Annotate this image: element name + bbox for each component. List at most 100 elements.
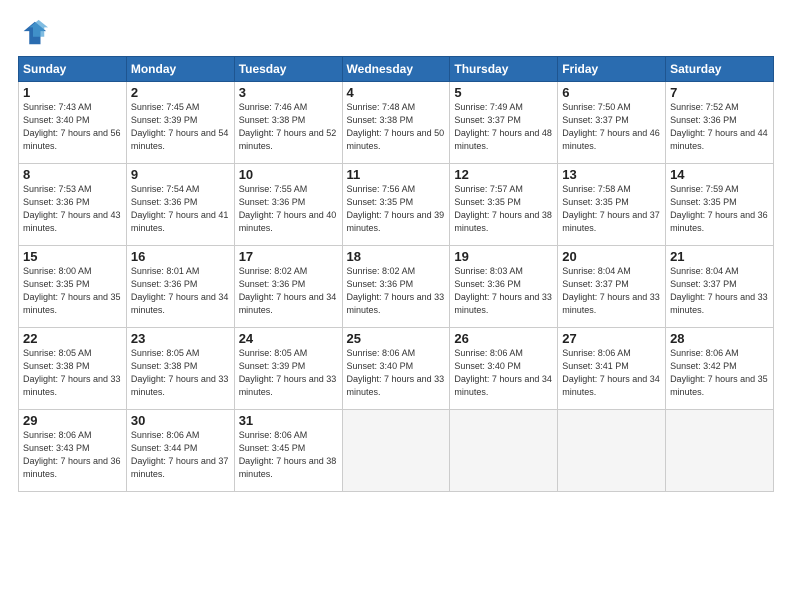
day-cell: 3 Sunrise: 7:46 AMSunset: 3:38 PMDayligh… [234,82,342,164]
day-number: 8 [23,167,122,182]
day-number: 6 [562,85,661,100]
day-number: 26 [454,331,553,346]
day-info: Sunrise: 7:53 AMSunset: 3:36 PMDaylight:… [23,184,121,233]
week-row-3: 15 Sunrise: 8:00 AMSunset: 3:35 PMDaylig… [19,246,774,328]
day-info: Sunrise: 8:06 AMSunset: 3:40 PMDaylight:… [454,348,552,397]
day-info: Sunrise: 8:01 AMSunset: 3:36 PMDaylight:… [131,266,229,315]
day-number: 20 [562,249,661,264]
day-number: 23 [131,331,230,346]
day-cell: 9 Sunrise: 7:54 AMSunset: 3:36 PMDayligh… [126,164,234,246]
day-cell: 5 Sunrise: 7:49 AMSunset: 3:37 PMDayligh… [450,82,558,164]
logo-icon [18,18,48,48]
day-cell: 30 Sunrise: 8:06 AMSunset: 3:44 PMDaylig… [126,410,234,492]
weekday-monday: Monday [126,57,234,82]
day-number: 9 [131,167,230,182]
day-cell: 21 Sunrise: 8:04 AMSunset: 3:37 PMDaylig… [666,246,774,328]
day-number: 12 [454,167,553,182]
day-number: 21 [670,249,769,264]
day-info: Sunrise: 8:04 AMSunset: 3:37 PMDaylight:… [562,266,660,315]
day-cell [342,410,450,492]
day-info: Sunrise: 8:00 AMSunset: 3:35 PMDaylight:… [23,266,121,315]
day-cell: 6 Sunrise: 7:50 AMSunset: 3:37 PMDayligh… [558,82,666,164]
day-number: 31 [239,413,338,428]
day-number: 28 [670,331,769,346]
day-cell: 16 Sunrise: 8:01 AMSunset: 3:36 PMDaylig… [126,246,234,328]
day-cell: 10 Sunrise: 7:55 AMSunset: 3:36 PMDaylig… [234,164,342,246]
day-cell: 22 Sunrise: 8:05 AMSunset: 3:38 PMDaylig… [19,328,127,410]
day-number: 17 [239,249,338,264]
day-cell: 4 Sunrise: 7:48 AMSunset: 3:38 PMDayligh… [342,82,450,164]
day-info: Sunrise: 8:02 AMSunset: 3:36 PMDaylight:… [239,266,337,315]
weekday-thursday: Thursday [450,57,558,82]
day-cell: 31 Sunrise: 8:06 AMSunset: 3:45 PMDaylig… [234,410,342,492]
day-info: Sunrise: 8:03 AMSunset: 3:36 PMDaylight:… [454,266,552,315]
day-info: Sunrise: 7:48 AMSunset: 3:38 PMDaylight:… [347,102,445,151]
day-cell: 29 Sunrise: 8:06 AMSunset: 3:43 PMDaylig… [19,410,127,492]
day-info: Sunrise: 7:50 AMSunset: 3:37 PMDaylight:… [562,102,660,151]
day-info: Sunrise: 8:06 AMSunset: 3:42 PMDaylight:… [670,348,768,397]
day-info: Sunrise: 7:49 AMSunset: 3:37 PMDaylight:… [454,102,552,151]
day-info: Sunrise: 7:45 AMSunset: 3:39 PMDaylight:… [131,102,229,151]
day-cell: 1 Sunrise: 7:43 AMSunset: 3:40 PMDayligh… [19,82,127,164]
page: SundayMondayTuesdayWednesdayThursdayFrid… [0,0,792,612]
day-cell: 17 Sunrise: 8:02 AMSunset: 3:36 PMDaylig… [234,246,342,328]
week-row-1: 1 Sunrise: 7:43 AMSunset: 3:40 PMDayligh… [19,82,774,164]
day-cell: 13 Sunrise: 7:58 AMSunset: 3:35 PMDaylig… [558,164,666,246]
day-info: Sunrise: 7:55 AMSunset: 3:36 PMDaylight:… [239,184,337,233]
day-info: Sunrise: 8:02 AMSunset: 3:36 PMDaylight:… [347,266,445,315]
day-cell [450,410,558,492]
day-info: Sunrise: 8:06 AMSunset: 3:45 PMDaylight:… [239,430,337,479]
day-info: Sunrise: 7:56 AMSunset: 3:35 PMDaylight:… [347,184,445,233]
day-info: Sunrise: 8:06 AMSunset: 3:40 PMDaylight:… [347,348,445,397]
day-cell: 12 Sunrise: 7:57 AMSunset: 3:35 PMDaylig… [450,164,558,246]
day-number: 22 [23,331,122,346]
day-cell: 20 Sunrise: 8:04 AMSunset: 3:37 PMDaylig… [558,246,666,328]
day-info: Sunrise: 7:43 AMSunset: 3:40 PMDaylight:… [23,102,121,151]
day-cell [558,410,666,492]
header [18,18,774,48]
day-cell: 14 Sunrise: 7:59 AMSunset: 3:35 PMDaylig… [666,164,774,246]
day-info: Sunrise: 8:05 AMSunset: 3:38 PMDaylight:… [23,348,121,397]
day-number: 15 [23,249,122,264]
day-info: Sunrise: 8:06 AMSunset: 3:44 PMDaylight:… [131,430,229,479]
day-cell: 23 Sunrise: 8:05 AMSunset: 3:38 PMDaylig… [126,328,234,410]
day-info: Sunrise: 7:54 AMSunset: 3:36 PMDaylight:… [131,184,229,233]
weekday-saturday: Saturday [666,57,774,82]
day-cell: 26 Sunrise: 8:06 AMSunset: 3:40 PMDaylig… [450,328,558,410]
logo [18,18,52,48]
day-number: 2 [131,85,230,100]
day-number: 3 [239,85,338,100]
weekday-tuesday: Tuesday [234,57,342,82]
day-number: 18 [347,249,446,264]
day-number: 25 [347,331,446,346]
day-cell [666,410,774,492]
day-info: Sunrise: 8:05 AMSunset: 3:39 PMDaylight:… [239,348,337,397]
day-cell: 18 Sunrise: 8:02 AMSunset: 3:36 PMDaylig… [342,246,450,328]
week-row-5: 29 Sunrise: 8:06 AMSunset: 3:43 PMDaylig… [19,410,774,492]
day-cell: 27 Sunrise: 8:06 AMSunset: 3:41 PMDaylig… [558,328,666,410]
day-cell: 7 Sunrise: 7:52 AMSunset: 3:36 PMDayligh… [666,82,774,164]
day-cell: 28 Sunrise: 8:06 AMSunset: 3:42 PMDaylig… [666,328,774,410]
day-cell: 2 Sunrise: 7:45 AMSunset: 3:39 PMDayligh… [126,82,234,164]
day-number: 19 [454,249,553,264]
day-cell: 24 Sunrise: 8:05 AMSunset: 3:39 PMDaylig… [234,328,342,410]
day-number: 27 [562,331,661,346]
day-cell: 8 Sunrise: 7:53 AMSunset: 3:36 PMDayligh… [19,164,127,246]
day-cell: 25 Sunrise: 8:06 AMSunset: 3:40 PMDaylig… [342,328,450,410]
day-number: 14 [670,167,769,182]
weekday-friday: Friday [558,57,666,82]
weekday-wednesday: Wednesday [342,57,450,82]
day-number: 5 [454,85,553,100]
calendar-body: 1 Sunrise: 7:43 AMSunset: 3:40 PMDayligh… [19,82,774,492]
weekday-sunday: Sunday [19,57,127,82]
day-number: 4 [347,85,446,100]
day-number: 30 [131,413,230,428]
day-number: 11 [347,167,446,182]
day-info: Sunrise: 7:58 AMSunset: 3:35 PMDaylight:… [562,184,660,233]
day-info: Sunrise: 8:04 AMSunset: 3:37 PMDaylight:… [670,266,768,315]
calendar-table: SundayMondayTuesdayWednesdayThursdayFrid… [18,56,774,492]
day-cell: 15 Sunrise: 8:00 AMSunset: 3:35 PMDaylig… [19,246,127,328]
day-number: 7 [670,85,769,100]
day-number: 13 [562,167,661,182]
day-info: Sunrise: 7:59 AMSunset: 3:35 PMDaylight:… [670,184,768,233]
